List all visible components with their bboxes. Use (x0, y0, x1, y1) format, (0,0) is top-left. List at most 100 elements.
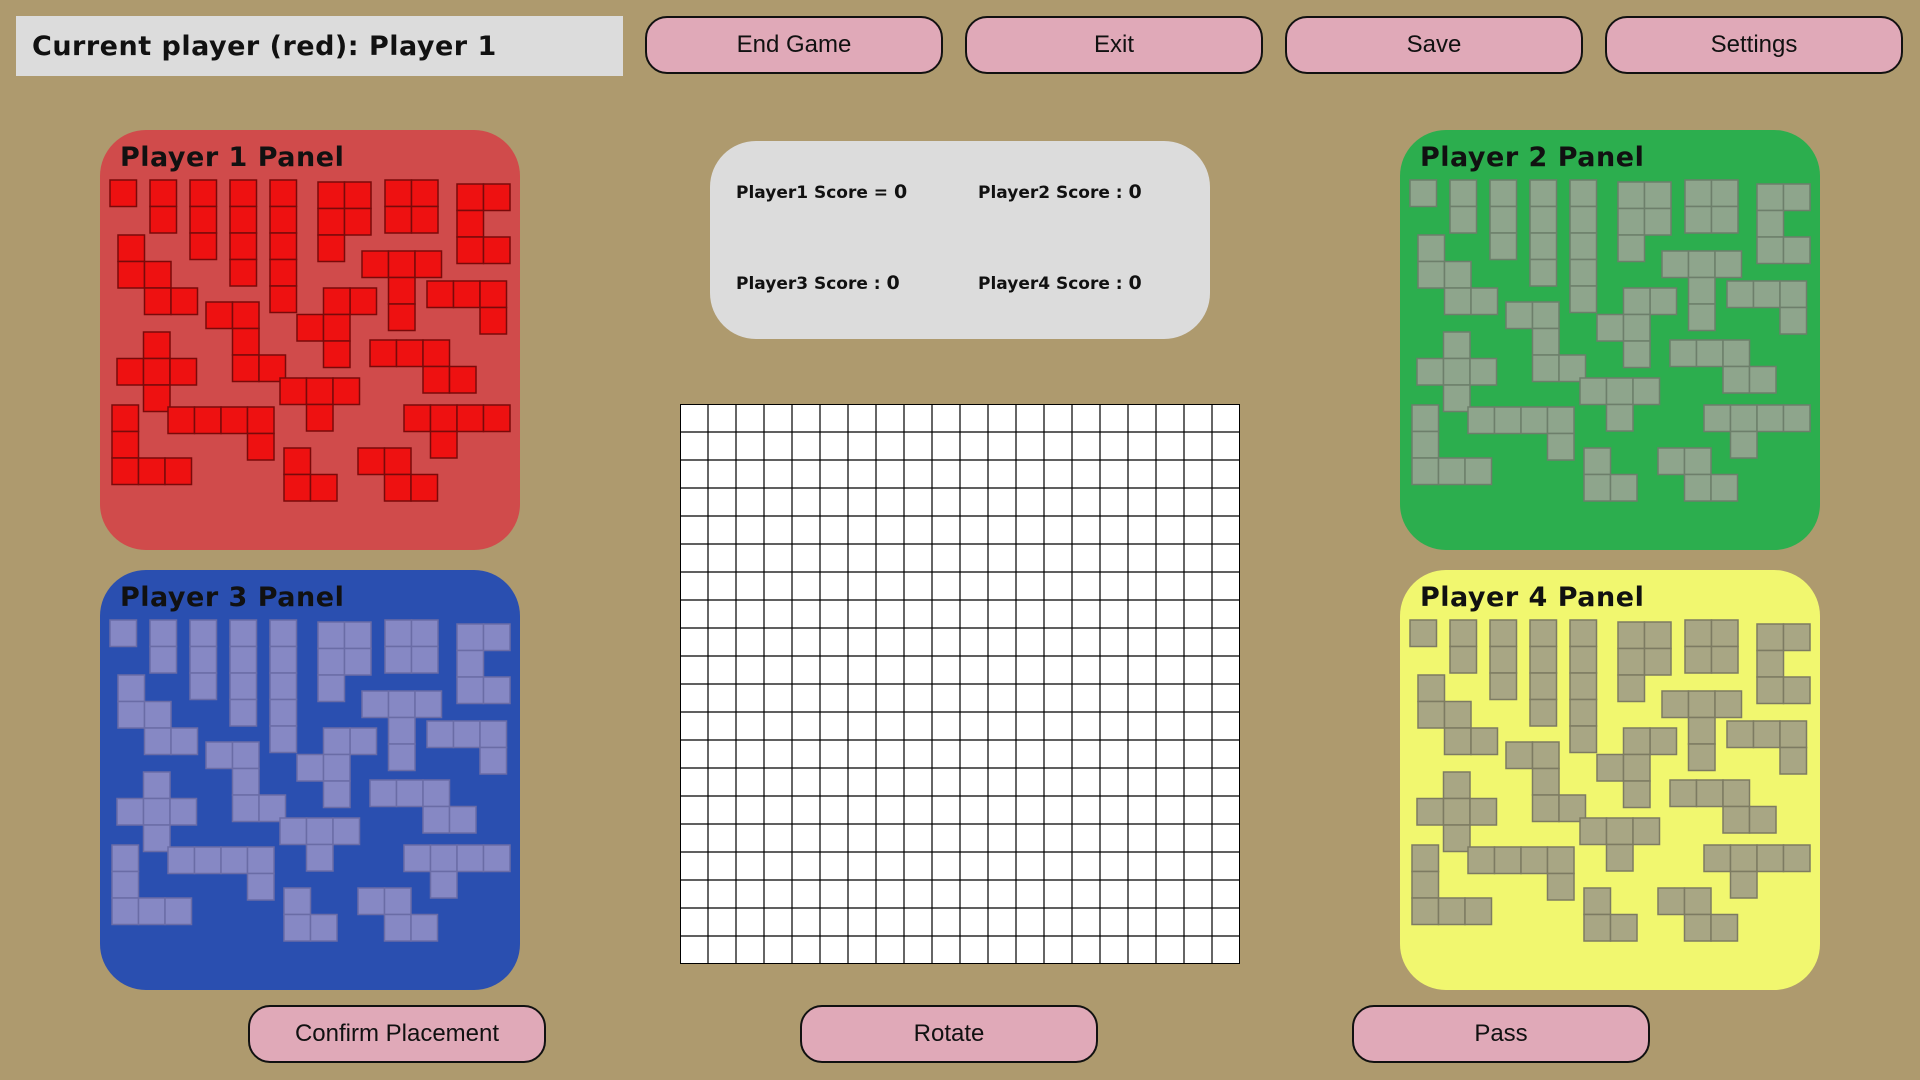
piece-cell (1531, 741, 1560, 770)
piece-cell (1683, 447, 1712, 476)
piece-cell (383, 447, 412, 476)
piece-cell (1569, 645, 1598, 674)
piece-cell (1756, 404, 1785, 433)
piece-cell (1782, 183, 1811, 212)
p1-piece-20[interactable] (283, 447, 338, 502)
piece-cell (1505, 741, 1534, 770)
piece-cell (452, 720, 481, 749)
piece-cell (305, 403, 334, 432)
p1-piece-21[interactable] (357, 447, 439, 502)
piece-cell (164, 457, 193, 486)
p1-piece-7[interactable] (384, 179, 439, 234)
piece-cell (1531, 327, 1560, 356)
p3-piece-4 (229, 619, 258, 727)
piece-cell (1546, 846, 1575, 875)
p2-piece-7 (1684, 179, 1739, 234)
p3-piece-14 (116, 771, 198, 853)
p1-piece-6[interactable] (317, 181, 372, 263)
p1-piece-3[interactable] (189, 179, 218, 261)
p1-piece-9[interactable] (117, 234, 199, 316)
p2-piece-15 (1669, 339, 1777, 394)
piece-cell (269, 179, 298, 208)
piece-cell (229, 232, 258, 261)
p1-piece-5[interactable] (269, 179, 298, 314)
piece-cell (1752, 720, 1781, 749)
p1-piece-14[interactable] (116, 331, 198, 413)
p1-piece-18[interactable] (167, 406, 275, 461)
player-1-pieces[interactable] (100, 130, 520, 550)
p1-piece-11[interactable] (426, 280, 508, 335)
p1-piece-15[interactable] (369, 339, 477, 394)
exit-button[interactable]: Exit (965, 16, 1263, 74)
piece-cell (384, 205, 413, 234)
piece-cell (170, 287, 199, 316)
piece-cell (1529, 232, 1558, 261)
p3-piece-9 (117, 674, 199, 756)
piece-cell (1569, 725, 1598, 754)
p1-piece-1[interactable] (109, 179, 138, 208)
piece-cell (1569, 672, 1598, 701)
piece-cell (1729, 430, 1758, 459)
player-2-panel: Player 2 Panel (1400, 130, 1820, 550)
piece-cell (1710, 179, 1739, 208)
p4-piece-1 (1409, 619, 1438, 648)
piece-cell (422, 365, 451, 394)
piece-cell (1442, 384, 1471, 413)
p3-piece-19 (403, 844, 511, 899)
piece-cell (1416, 797, 1445, 826)
p1-piece-12[interactable] (205, 301, 287, 383)
piece-cell (426, 280, 455, 309)
rotate-button[interactable]: Rotate (800, 1005, 1098, 1063)
piece-cell (143, 727, 172, 756)
p4-piece-6 (1617, 621, 1672, 703)
piece-cell (1417, 260, 1446, 289)
piece-cell (410, 205, 439, 234)
piece-cell (111, 870, 140, 899)
confirm-placement-button[interactable]: Confirm Placement (248, 1005, 546, 1063)
p3-piece-15 (369, 779, 477, 834)
piece-cell (1409, 179, 1438, 208)
piece-cell (269, 232, 298, 261)
settings-button[interactable]: Settings (1605, 16, 1903, 74)
p1-piece-16[interactable] (279, 377, 361, 432)
piece-cell (189, 672, 218, 701)
game-board[interactable] (680, 404, 1240, 964)
piece-cell (1684, 179, 1713, 208)
piece-cell (1617, 234, 1646, 263)
piece-cell (229, 258, 258, 287)
p1-piece-19[interactable] (403, 404, 511, 459)
piece-cell (410, 645, 439, 674)
save-button[interactable]: Save (1285, 16, 1583, 74)
p3-piece-6 (317, 621, 372, 703)
piece-cell (1443, 727, 1472, 756)
piece-cell (269, 258, 298, 287)
piece-cell (1779, 280, 1808, 309)
piece-cell (410, 179, 439, 208)
piece-cell (387, 690, 416, 719)
piece-cell (116, 797, 145, 826)
player-2-score-value: 0 (1128, 181, 1142, 203)
p4-piece-18 (1467, 846, 1575, 901)
piece-cell (137, 897, 166, 926)
piece-cell (193, 406, 222, 435)
p2-piece-21 (1657, 447, 1739, 502)
p2-piece-4 (1529, 179, 1558, 287)
piece-cell (429, 430, 458, 459)
p1-piece-8[interactable] (456, 183, 511, 265)
piece-cell (1657, 447, 1686, 476)
end-game-button[interactable]: End Game (645, 16, 943, 74)
piece-cell (1782, 404, 1811, 433)
pass-button[interactable]: Pass (1352, 1005, 1650, 1063)
p1-piece-13[interactable] (296, 287, 378, 369)
piece-cell (117, 260, 146, 289)
p1-piece-2[interactable] (149, 179, 178, 234)
p2-piece-6 (1617, 181, 1672, 263)
piece-cell (383, 913, 412, 942)
piece-cell (1782, 236, 1811, 265)
piece-cell (1643, 207, 1672, 236)
piece-cell (1467, 406, 1496, 435)
piece-cell (109, 179, 138, 208)
piece-cell (1622, 340, 1651, 369)
piece-cell (149, 179, 178, 208)
p1-piece-4[interactable] (229, 179, 258, 287)
